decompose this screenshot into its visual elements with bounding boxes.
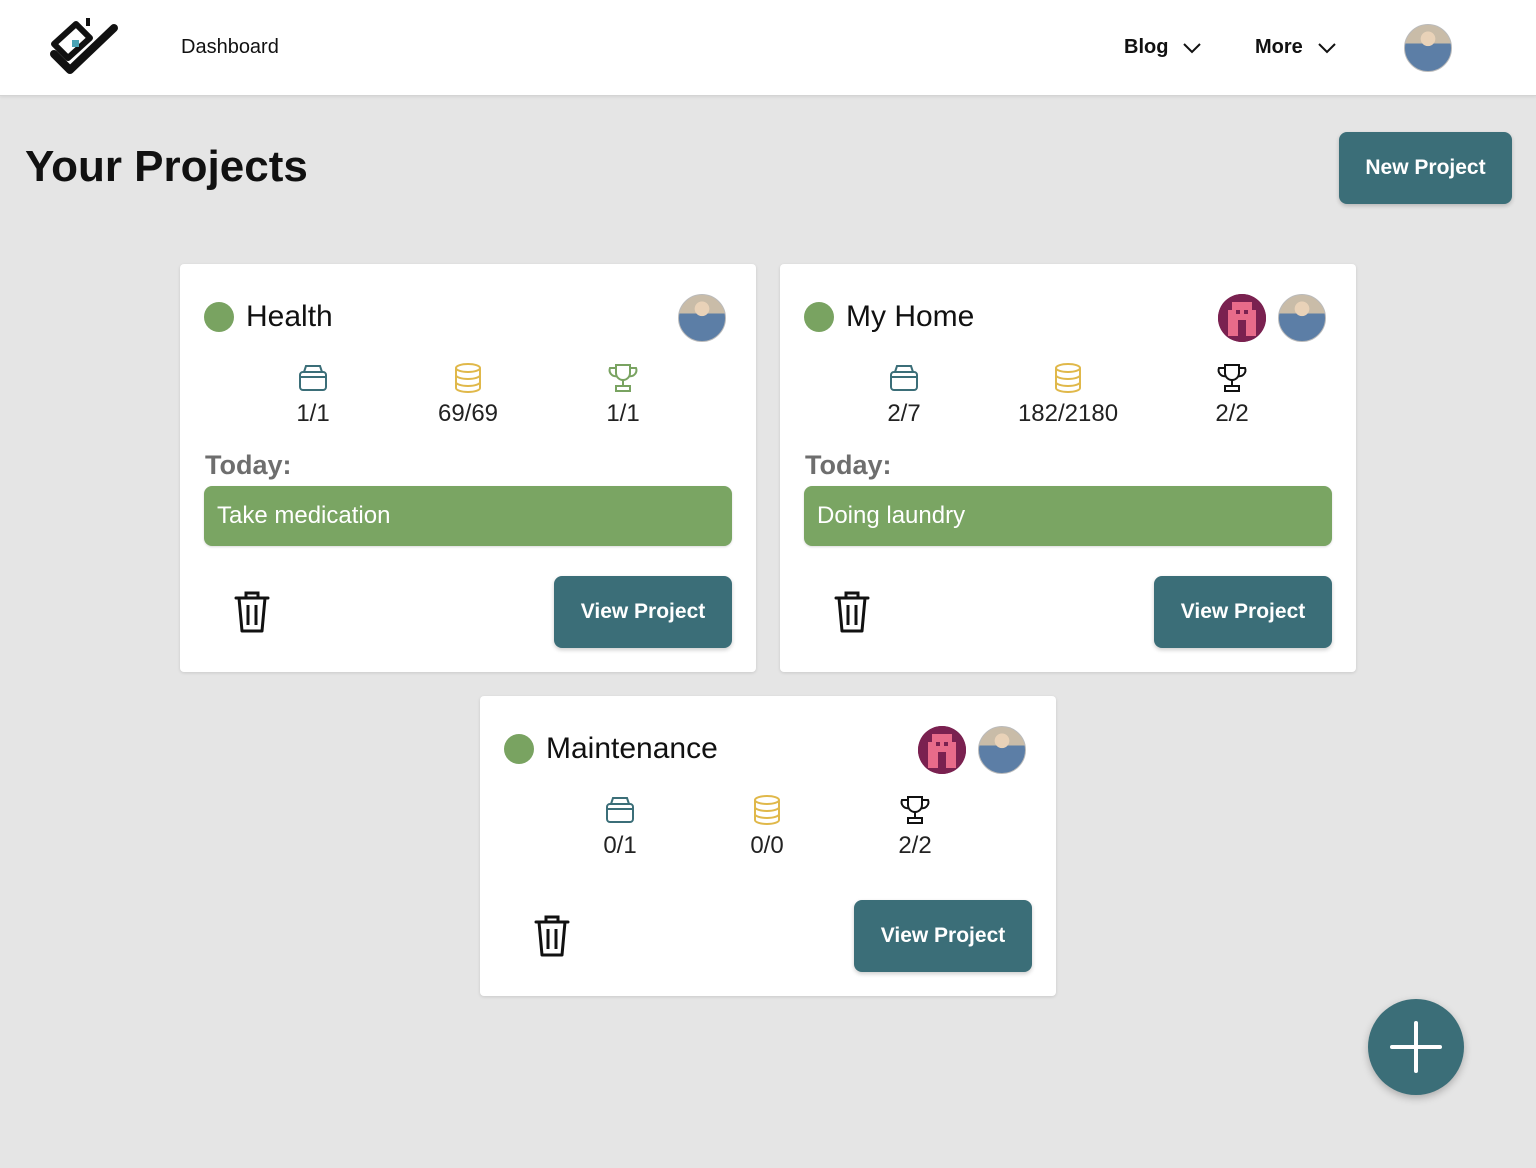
project-members bbox=[1218, 294, 1326, 342]
stat-tasks-value: 1/1 bbox=[296, 400, 330, 427]
project-members bbox=[678, 294, 726, 342]
nav-dashboard-link[interactable]: Dashboard bbox=[181, 36, 279, 59]
stat-tasks-value: 0/1 bbox=[603, 832, 637, 859]
trash-icon[interactable] bbox=[834, 590, 870, 634]
project-card-health: Health 1/1 69/69 1/1 Today: Take medicat… bbox=[180, 264, 756, 672]
trash-icon[interactable] bbox=[234, 590, 270, 634]
app-logo-icon[interactable] bbox=[48, 16, 120, 80]
view-project-button[interactable]: View Project bbox=[854, 900, 1032, 972]
chevron-down-icon bbox=[1318, 42, 1336, 53]
stat-coins: 69/69 bbox=[408, 362, 528, 428]
chevron-down-icon bbox=[1183, 42, 1202, 53]
stat-trophies: 1/1 bbox=[563, 362, 683, 428]
trophy-icon bbox=[1217, 364, 1247, 392]
stat-tasks: 1/1 bbox=[253, 362, 373, 428]
nav-more-label: More bbox=[1255, 36, 1303, 58]
today-task[interactable]: Take medication bbox=[204, 486, 732, 546]
stat-trophies-value: 2/2 bbox=[898, 832, 932, 859]
member-avatar[interactable] bbox=[1278, 294, 1326, 342]
member-avatar[interactable] bbox=[1218, 294, 1266, 342]
top-nav-bar: Dashboard Blog More bbox=[0, 0, 1536, 96]
project-name: Health bbox=[246, 300, 333, 333]
view-project-button[interactable]: View Project bbox=[1154, 576, 1332, 648]
trophy-icon bbox=[608, 364, 638, 392]
project-title-row: My Home bbox=[804, 300, 974, 334]
nav-blog-label: Blog bbox=[1124, 36, 1169, 58]
stat-trophies: 2/2 bbox=[1172, 362, 1292, 428]
stat-trophies: 2/2 bbox=[855, 794, 975, 860]
stat-trophies-value: 1/1 bbox=[606, 400, 640, 427]
stat-tasks: 2/7 bbox=[844, 362, 964, 428]
coins-stack-icon bbox=[1055, 363, 1081, 393]
stat-tasks-value: 2/7 bbox=[887, 400, 921, 427]
status-dot bbox=[204, 302, 234, 332]
project-card-maintenance: Maintenance 0/1 0/0 2/2 View Project bbox=[480, 696, 1056, 996]
member-avatar[interactable] bbox=[978, 726, 1026, 774]
today-label: Today: bbox=[805, 450, 892, 480]
member-avatar[interactable] bbox=[678, 294, 726, 342]
coins-stack-icon bbox=[754, 795, 780, 825]
trophy-icon bbox=[900, 796, 930, 824]
today-task[interactable]: Doing laundry bbox=[804, 486, 1332, 546]
project-name: Maintenance bbox=[546, 732, 718, 765]
project-name: My Home bbox=[846, 300, 975, 333]
stat-coins-value: 69/69 bbox=[437, 400, 499, 427]
archive-box-icon bbox=[606, 797, 634, 823]
user-avatar[interactable] bbox=[1404, 24, 1452, 72]
pixel-avatar-icon bbox=[1218, 294, 1266, 342]
stat-coins-value: 182/2180 bbox=[1017, 400, 1119, 427]
project-card-my-home: My Home 2/7 182/2180 2/2 Today: Doing la… bbox=[780, 264, 1356, 672]
member-avatar[interactable] bbox=[918, 726, 966, 774]
stat-coins-value: 0/0 bbox=[750, 832, 784, 859]
status-dot bbox=[804, 302, 834, 332]
trash-icon[interactable] bbox=[534, 914, 570, 958]
coins-stack-icon bbox=[455, 363, 481, 393]
project-title-row: Health bbox=[204, 300, 333, 334]
page-title: Your Projects bbox=[25, 142, 308, 191]
archive-box-icon bbox=[890, 365, 918, 391]
stat-tasks: 0/1 bbox=[560, 794, 680, 860]
pixel-avatar-icon bbox=[918, 726, 966, 774]
new-project-button[interactable]: New Project bbox=[1339, 132, 1512, 204]
today-label: Today: bbox=[205, 450, 292, 480]
stat-coins: 182/2180 bbox=[1008, 362, 1128, 428]
archive-box-icon bbox=[299, 365, 327, 391]
nav-more-menu[interactable]: More bbox=[1255, 36, 1337, 59]
add-fab-button[interactable] bbox=[1368, 999, 1464, 1095]
project-title-row: Maintenance bbox=[504, 732, 718, 766]
view-project-button[interactable]: View Project bbox=[554, 576, 732, 648]
project-members bbox=[918, 726, 1026, 774]
status-dot bbox=[504, 734, 534, 764]
nav-blog-menu[interactable]: Blog bbox=[1124, 36, 1202, 59]
plus-icon bbox=[1390, 1021, 1442, 1073]
stat-trophies-value: 2/2 bbox=[1215, 400, 1249, 427]
stat-coins: 0/0 bbox=[707, 794, 827, 860]
